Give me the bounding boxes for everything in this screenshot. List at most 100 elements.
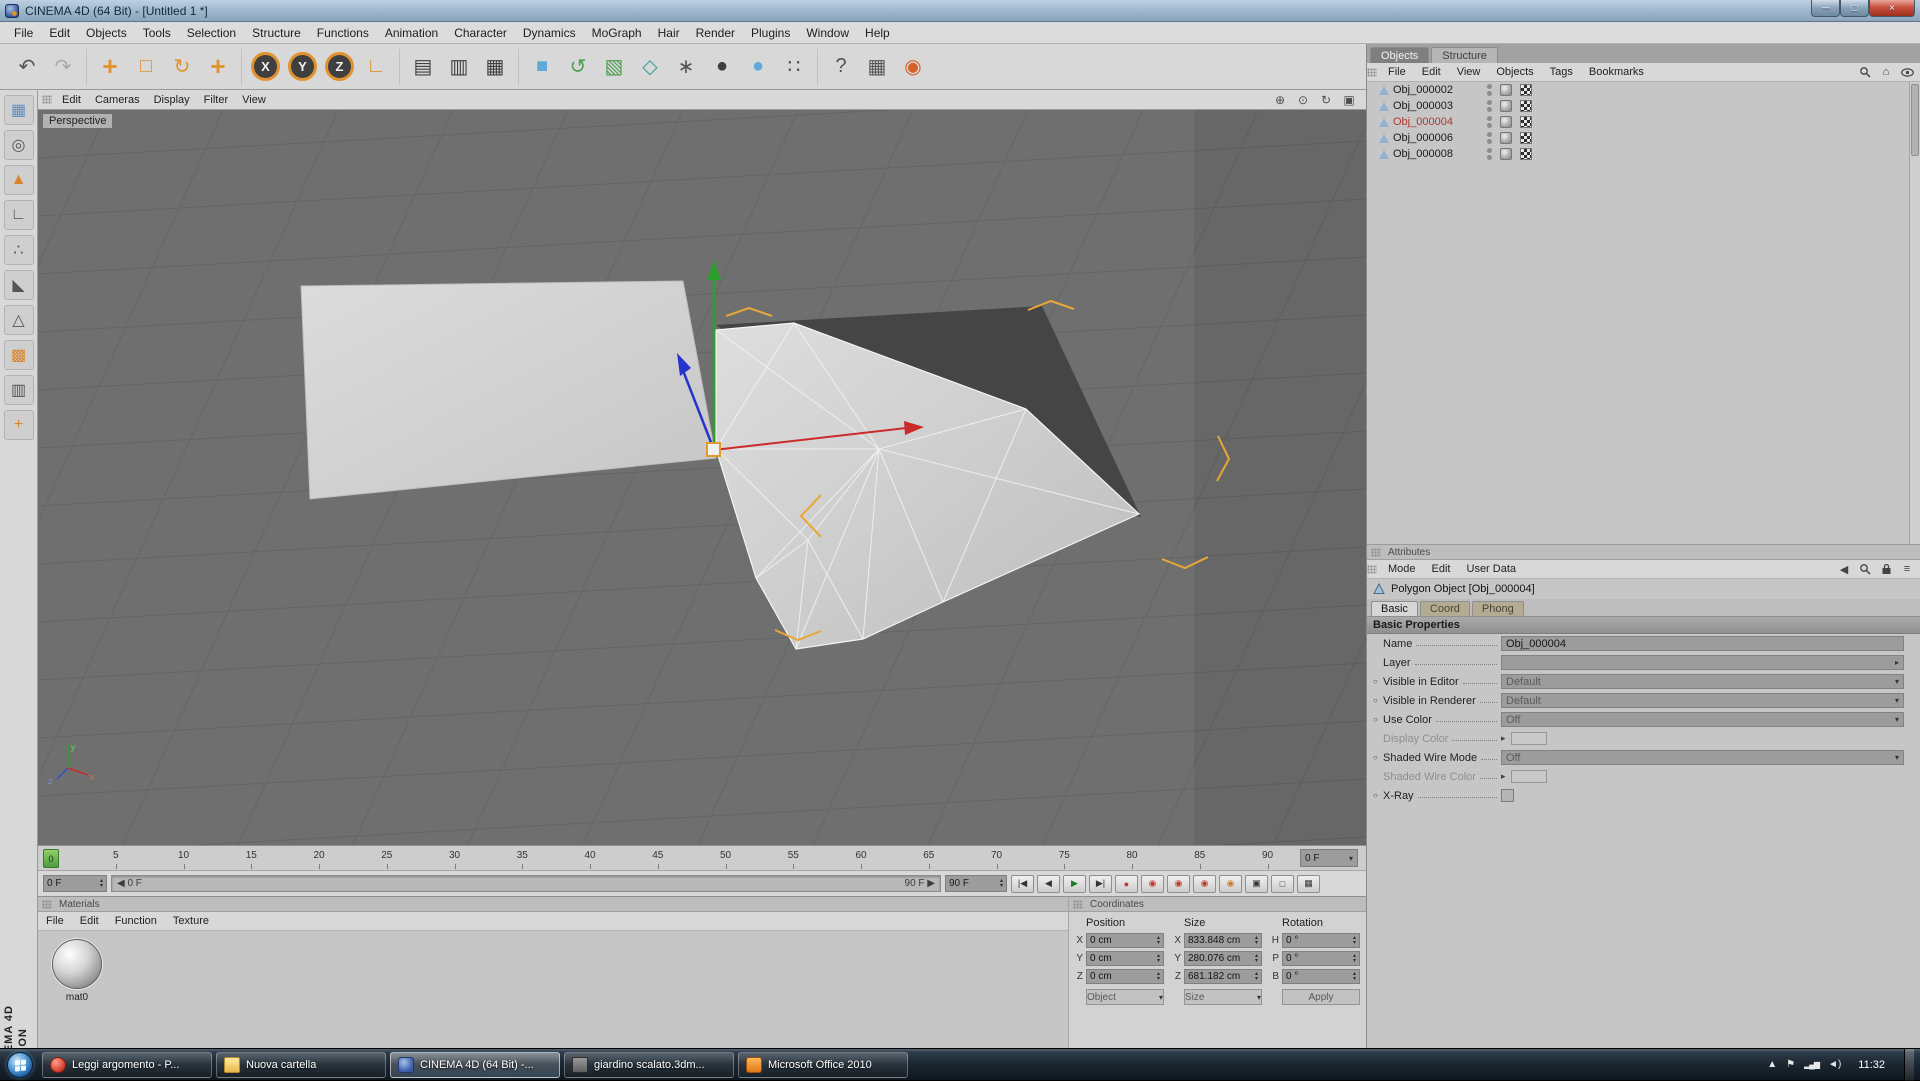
- start-button[interactable]: [7, 1052, 33, 1078]
- snap-settings-button[interactable]: ▦: [1297, 875, 1320, 893]
- scrollbar-thumb[interactable]: [1911, 84, 1919, 156]
- phong-tag-icon[interactable]: [1500, 148, 1512, 160]
- maximize-button[interactable]: □: [1840, 0, 1869, 17]
- object-row-name[interactable]: Obj_000002: [1393, 84, 1479, 96]
- attr-tab-basic[interactable]: Basic: [1371, 601, 1418, 616]
- texture-axis-mode-icon[interactable]: ▥: [4, 375, 34, 405]
- materials-menu-texture[interactable]: Texture: [165, 915, 217, 927]
- panel-grip-icon[interactable]: [42, 900, 52, 909]
- add-particles-icon[interactable]: ∗: [668, 49, 704, 85]
- taskbar-item-giardino-scalato-3dm[interactable]: giardino scalato.3dm...: [564, 1052, 734, 1078]
- coordinate-system-button[interactable]: ∟: [358, 49, 394, 85]
- menu-selection[interactable]: Selection: [179, 24, 244, 42]
- object-row-name[interactable]: Obj_000006: [1393, 132, 1479, 144]
- visibility-dots[interactable]: [1487, 132, 1492, 144]
- menu-window[interactable]: Window: [798, 24, 857, 42]
- render-view-icon[interactable]: ▤: [405, 49, 441, 85]
- animation-toggle-icon[interactable]: ○: [1373, 677, 1383, 686]
- content-browser-icon[interactable]: ▦: [859, 49, 895, 85]
- undo-icon[interactable]: ↶: [9, 49, 45, 85]
- make-editable-icon[interactable]: ▲: [4, 165, 34, 195]
- uvw-tag-icon[interactable]: [1520, 132, 1532, 144]
- previous-frame-button[interactable]: ◀: [1037, 875, 1060, 893]
- display-color-swatch[interactable]: [1511, 732, 1547, 745]
- model-mode-icon[interactable]: ◎: [4, 130, 34, 160]
- render-picture-viewer-icon[interactable]: ▥: [441, 49, 477, 85]
- shaded-wire-mode-dropdown[interactable]: Off▾: [1501, 750, 1904, 765]
- phong-tag-icon[interactable]: [1500, 100, 1512, 112]
- rotation-b-field[interactable]: 0 °▴▾: [1282, 969, 1360, 984]
- redo-icon[interactable]: ↷: [45, 49, 81, 85]
- attr-menu-mode[interactable]: Mode: [1380, 563, 1424, 575]
- rotate-tool-icon[interactable]: ↻: [164, 49, 200, 85]
- menu-structure[interactable]: Structure: [244, 24, 309, 42]
- add-sky-icon[interactable]: ●: [740, 49, 776, 85]
- record-keyframe-button[interactable]: ●: [1115, 875, 1138, 893]
- toggle-view-icon[interactable]: ▣: [1340, 92, 1358, 108]
- add-instance-icon[interactable]: ∷: [776, 49, 812, 85]
- phong-tag-icon[interactable]: [1500, 116, 1512, 128]
- layer-field[interactable]: ▸: [1501, 655, 1904, 670]
- range-start-handle[interactable]: ◀ 0 F: [117, 878, 142, 889]
- show-hidden-icons-button[interactable]: ▲: [1767, 1059, 1777, 1070]
- visible-in-editor-dropdown[interactable]: Default▾: [1501, 674, 1904, 689]
- om-menu-tags[interactable]: Tags: [1542, 66, 1581, 78]
- home-icon[interactable]: ⌂: [1879, 65, 1893, 79]
- goto-end-button[interactable]: ▶|: [1089, 875, 1112, 893]
- position-y-field[interactable]: 0 cm▴▾: [1086, 951, 1164, 966]
- visibility-dots[interactable]: [1487, 84, 1492, 96]
- phong-tag-icon[interactable]: [1500, 132, 1512, 144]
- menu-help[interactable]: Help: [857, 24, 898, 42]
- lock-z-axis-button[interactable]: Z: [325, 52, 354, 81]
- preview-range-slider[interactable]: ◀ 0 F 90 F ▶: [111, 875, 941, 892]
- object-row-Obj_000006[interactable]: Obj_000006: [1367, 130, 1920, 146]
- uvw-tag-icon[interactable]: [1520, 100, 1532, 112]
- materials-menu-file[interactable]: File: [38, 915, 72, 927]
- polygons-mode-icon[interactable]: △: [4, 305, 34, 335]
- size-z-field[interactable]: 681.182 cm▴▾: [1184, 969, 1262, 984]
- help-icon[interactable]: ?: [823, 49, 859, 85]
- add-array-icon[interactable]: ◇: [632, 49, 668, 85]
- panel-grip-icon[interactable]: [1073, 900, 1083, 909]
- object-row-Obj_000002[interactable]: Obj_000002: [1367, 82, 1920, 98]
- render-settings-icon[interactable]: ▦: [477, 49, 513, 85]
- eye-icon[interactable]: [1900, 65, 1914, 79]
- visible-in-renderer-dropdown[interactable]: Default▾: [1501, 693, 1904, 708]
- spinner-icon[interactable]: ▴▾: [100, 879, 103, 889]
- scale-tool-icon[interactable]: □: [128, 49, 164, 85]
- x-ray-checkbox[interactable]: [1501, 789, 1514, 802]
- tab-objects[interactable]: Objects: [1370, 47, 1429, 63]
- taskbar-item-leggi-argomento-p[interactable]: Leggi argomento - P...: [42, 1052, 212, 1078]
- panel-grip-icon[interactable]: [1367, 68, 1377, 77]
- animation-toggle-icon[interactable]: ○: [1373, 715, 1383, 724]
- zoom-view-icon[interactable]: ⊙: [1294, 92, 1312, 108]
- om-scrollbar[interactable]: [1909, 82, 1920, 544]
- size-x-field[interactable]: 833.848 cm▴▾: [1184, 933, 1262, 948]
- record-scale-toggle[interactable]: ◉: [1167, 875, 1190, 893]
- volume-icon[interactable]: ◄): [1828, 1059, 1841, 1070]
- menu-render[interactable]: Render: [688, 24, 743, 42]
- animation-toggle-icon[interactable]: ○: [1373, 753, 1383, 762]
- interactive-render-region-icon[interactable]: ◉: [895, 49, 931, 85]
- attr-menu-edit[interactable]: Edit: [1424, 563, 1459, 575]
- apply-button[interactable]: Apply: [1282, 989, 1360, 1005]
- taskbar-item-cinema-4d-64-bit-[interactable]: CINEMA 4D (64 Bit) -...: [390, 1052, 560, 1078]
- goto-start-button[interactable]: |◀: [1011, 875, 1034, 893]
- uvw-tag-icon[interactable]: [1520, 84, 1532, 96]
- uvw-tag-icon[interactable]: [1520, 148, 1532, 160]
- panel-grip-icon[interactable]: [1371, 548, 1381, 557]
- visibility-dots[interactable]: [1487, 148, 1492, 160]
- object-axis-mode-icon[interactable]: +: [4, 410, 34, 440]
- vp-menu-cameras[interactable]: Cameras: [88, 94, 147, 106]
- vp-menu-view[interactable]: View: [235, 94, 273, 106]
- last-used-tool-icon[interactable]: +: [200, 49, 236, 85]
- object-row-Obj_000003[interactable]: Obj_000003: [1367, 98, 1920, 114]
- workplane-mode-icon[interactable]: ∟: [4, 200, 34, 230]
- menu-dynamics[interactable]: Dynamics: [515, 24, 584, 42]
- taskbar-item-nuova-cartella[interactable]: Nuova cartella: [216, 1052, 386, 1078]
- om-menu-objects[interactable]: Objects: [1488, 66, 1541, 78]
- record-parameter-toggle[interactable]: ◉: [1219, 875, 1242, 893]
- menu-file[interactable]: File: [6, 24, 41, 42]
- record-position-toggle[interactable]: ◉: [1141, 875, 1164, 893]
- attr-menu-user-data[interactable]: User Data: [1459, 563, 1525, 575]
